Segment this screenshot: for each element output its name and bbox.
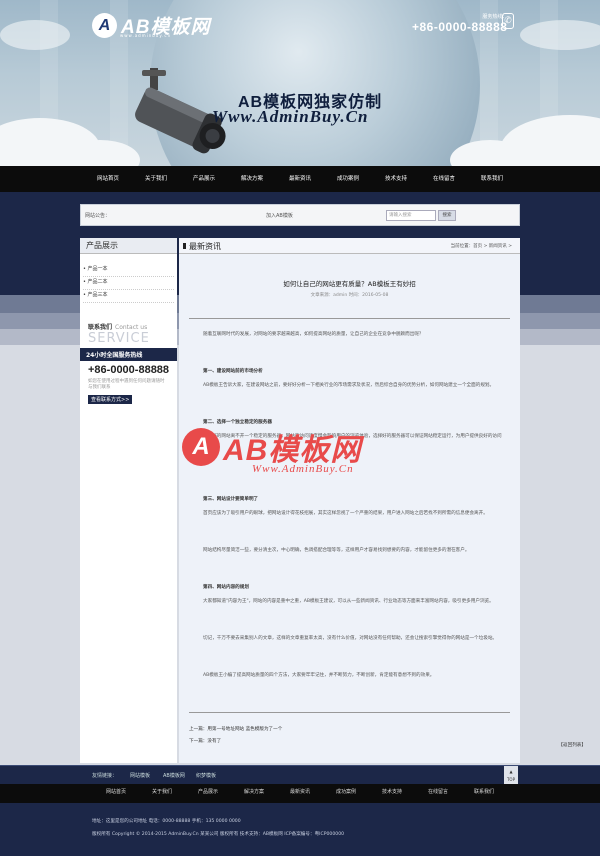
article-paragraph: 大家都知道"内容为王"，网站的内容是重中之重，AB模板王建议，可以从一些新闻资讯… [203,599,494,604]
footer-nav: 网站首页 关于我们 产品展示 解决方案 最新资讯 成功案例 技术支持 在线留言 … [0,784,600,803]
phone-number: +86-0000-88888 [412,20,508,34]
article-panel-header: 最新资讯 当前位置：首页 > 新闻资讯 > [179,238,520,254]
contact-title: 联系我们 Contact us [80,322,177,331]
nav-item-news[interactable]: 最新资讯 [276,166,325,192]
footer-nav-item[interactable]: 在线留言 [415,784,461,803]
article-paragraph: 首页应该为了吸引用户的眼球，把网站设计得花枝招展，其实这样忽视了一个严重的结果，… [203,511,488,516]
hotline-number: +86-0000-88888 [88,364,170,376]
product-item[interactable]: • 产品一本 [83,264,174,277]
footer-address: 地址：这里是您的公司地址 电话：0000-88888 手机：135 0000 0… [92,819,241,824]
article-paragraph: 切记，千万不要去采集别人的文章，这样的文章重复率太高，没有什么价值，对网站没有任… [203,636,498,641]
hotline-label: 24小时全国服务热线 [80,348,177,361]
divider [189,318,510,319]
product-item-label: 产品三本 [87,292,108,298]
sidebar: 产品展示 • 产品一本 • 产品二本 • 产品三本 [80,238,177,763]
footer-nav-item[interactable]: 最新资讯 [277,784,323,803]
footer-nav-item[interactable]: 关于我们 [139,784,185,803]
article-panel: 最新资讯 当前位置：首页 > 新闻资讯 > 如何让自己的网站更有质量？AB模板王… [179,238,520,763]
friend-link[interactable]: 网站模板 [130,772,150,779]
search-input[interactable]: 请输入搜索 [386,210,436,221]
product-item-label: 产品二本 [87,279,108,285]
article-heading: 第四、网站内容的规划 [203,585,249,590]
nav-item-home[interactable]: 网站首页 [84,166,133,192]
article-heading: 第三、网站设计要简单明了 [203,497,259,502]
logo-mark: A [92,13,117,38]
footer-copyright: 版权所有 Copyright © 2014-2015 AdminBuy.Cn 某… [92,832,345,837]
title-marker-icon [183,243,186,249]
back-to-list-link[interactable]: 【返回列表】 [558,742,586,748]
article-paragraph: 网站结构尽量简洁一些，要分清主次，中心明确，色调搭配合理等等，这样用户才容易找到… [203,548,470,553]
logo-subtitle: www.adminbuy.cn [120,33,172,38]
divider [189,712,510,713]
nav-item-support[interactable]: 技术支持 [372,166,421,192]
notice-search-bar: 网站公告： 加入AB模板 请输入搜索 搜索 [80,204,520,226]
top-label: TOP [506,777,515,782]
phone-icon: ✆ [502,13,514,29]
header-banner: A AB模板网 www.adminbuy.cn 服务热线： +86-0000-8… [0,0,600,166]
product-item[interactable]: • 产品三本 [83,290,174,303]
friend-link[interactable]: 织梦模板 [196,772,216,779]
contact-service: SERVICE [88,331,150,346]
notice-label: 网站公告： [85,213,111,219]
up-arrow-icon: ▲ [509,769,513,774]
next-article-link[interactable]: 下一篇：没有了 [189,738,221,744]
footer-info: 地址：这里是您的公司地址 电话：0000-88888 手机：135 0000 0… [0,803,600,856]
nav-item-solutions[interactable]: 解决方案 [228,166,277,192]
slogan-en: Www.AdminBuy.Cn [212,107,369,126]
article-title: 如何让自己的网站更有质量？AB模板王有妙招 [283,280,416,288]
contact-title-cn: 联系我们 [88,324,113,331]
friend-link[interactable]: AB模板网 [163,772,185,779]
footer-nav-item[interactable]: 成功案例 [323,784,369,803]
contact-more-button[interactable]: 查看联系方式>> [88,395,133,404]
product-item-label: 产品一本 [87,266,108,272]
article-heading: 第一、建设网站前的市场分析 [203,369,263,374]
watermark-mark: A [182,428,220,466]
article-paragraph: AB模板王告诉大家，在建设网站之前，要好好分析一下相关行业的市场需求及状况，然后… [203,383,495,388]
panel-title: 最新资讯 [189,242,221,251]
nav-item-message[interactable]: 在线留言 [420,166,469,192]
header-phone: 服务热线： +86-0000-88888 [412,13,507,34]
product-item[interactable]: • 产品二本 [83,277,174,290]
friend-links-bar: 友情链接： 网站模板 AB模板网 织梦模板 ▲ TOP [0,765,600,785]
search-button[interactable]: 搜索 [438,210,456,221]
back-to-top-button[interactable]: ▲ TOP [504,766,518,785]
footer-nav-item[interactable]: 产品展示 [185,784,231,803]
footer-nav-item[interactable]: 技术支持 [369,784,415,803]
contact-desc: 如您在使用过程中遇到任何问题请随时与我们联系 [88,379,165,390]
sidebar-title: 产品展示 [80,238,177,254]
product-list: • 产品一本 • 产品二本 • 产品三本 [80,254,177,303]
contact-title-en: Contact us [115,324,148,331]
footer-nav-item[interactable]: 解决方案 [231,784,277,803]
contact-box: 联系我们 Contact us SERVICE 24小时全国服务热线 +86-00… [80,322,177,404]
nav-item-products[interactable]: 产品展示 [180,166,229,192]
notice-link[interactable]: 加入AB模板 [266,212,293,219]
article-meta: 文章来源：admin 时间：2016-05-08 [310,293,389,298]
footer-nav-item[interactable]: 联系我们 [461,784,507,803]
prev-article-link[interactable]: 上一篇：用第一号地址网站 蓝色模版为了一个 [189,726,282,732]
article-paragraph: AB模板王小编了提高网站质量的四个方法，大家要牢牢记住，并不断努力，不断创新，肯… [203,673,435,678]
watermark-url: Www.AdminBuy.Cn [252,463,354,475]
breadcrumb[interactable]: 当前位置：首页 > 新闻资讯 > [451,243,512,249]
nav-item-contact[interactable]: 联系我们 [468,166,517,192]
nav-item-about[interactable]: 关于我们 [132,166,181,192]
main-nav: 网站首页 关于我们 产品展示 解决方案 最新资讯 成功案例 技术支持 在线留言 … [0,166,600,192]
nav-item-cases[interactable]: 成功案例 [324,166,373,192]
friend-links-label: 友情链接： [92,773,118,779]
article-paragraph: 随着互联网时代的发展，对网站的要求越来越高，如何提高网站的质量，让自己的企业在竞… [203,332,424,337]
footer-nav-item[interactable]: 网站首页 [93,784,139,803]
